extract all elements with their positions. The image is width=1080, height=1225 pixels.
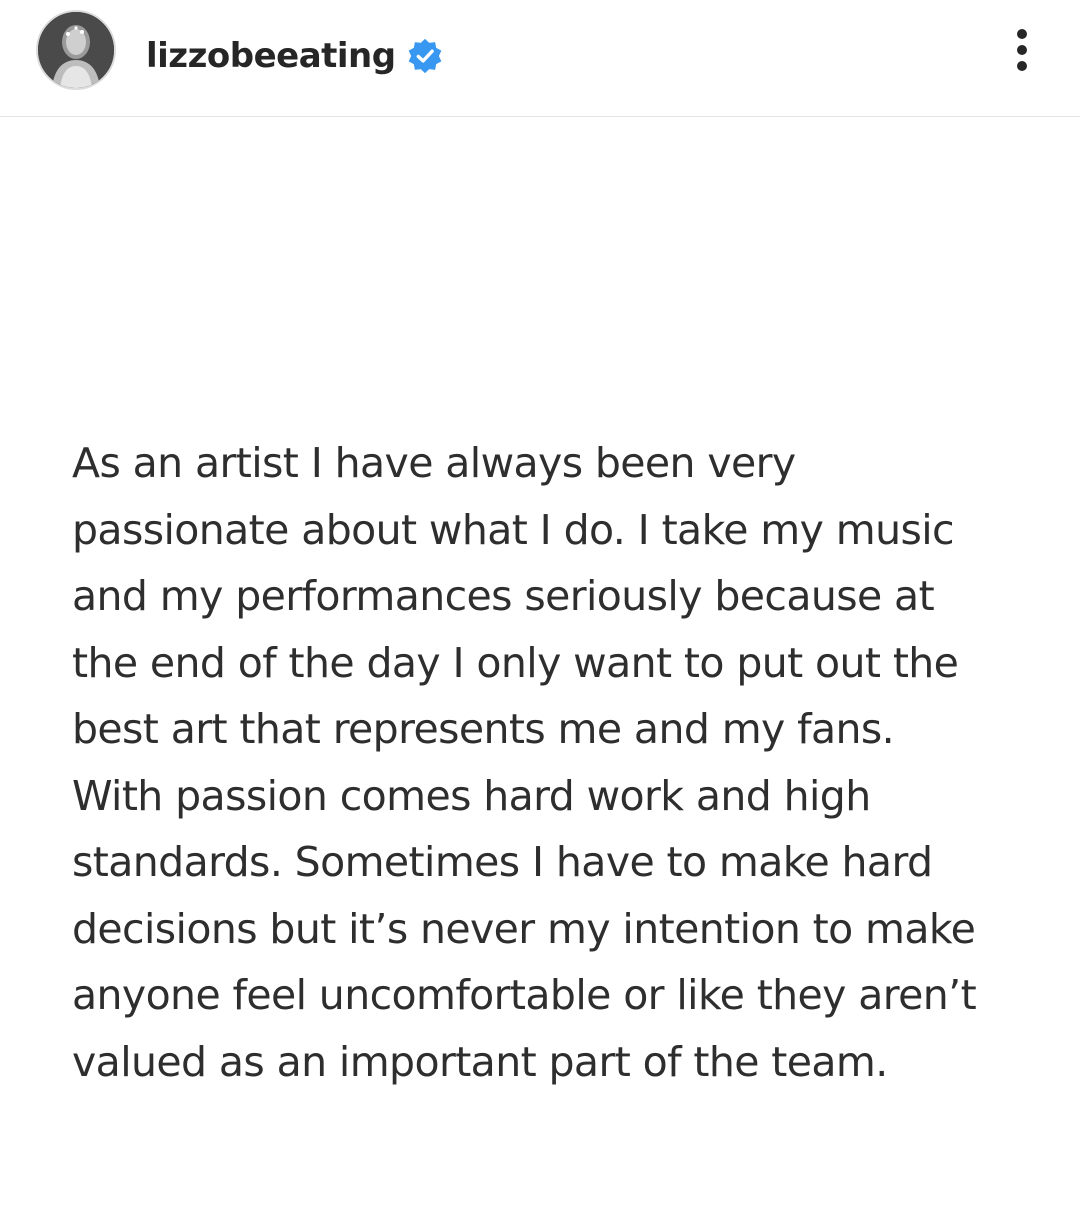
post-text-line: decisions but it’s never my intention to… (72, 904, 976, 953)
post-text-line: best art that represents me and my fans. (72, 705, 895, 753)
post-text-line: anyone feel uncomfortable or like they a… (72, 971, 977, 1019)
post-text-line: and my performances seriously because at (72, 572, 935, 620)
post-text-line: As an artist I have always been very (72, 439, 796, 487)
avatar[interactable] (36, 10, 116, 90)
post-header: lizzobeeating (0, 0, 1080, 117)
post-text-line: valued as an important part of the team. (72, 1037, 888, 1086)
username[interactable]: lizzobeeating (146, 33, 396, 79)
post-text-line: With passion comes hard work and high (72, 771, 871, 820)
more-vertical-icon (1017, 29, 1027, 71)
post-text: As an artist I have always been very pas… (72, 430, 1032, 1095)
post-text-line: the end of the day I only want to put ou… (72, 638, 959, 687)
username-row: lizzobeeating (146, 33, 444, 79)
avatar-photo (38, 12, 114, 88)
post-text-line: passionate about what I do. I take my mu… (72, 505, 955, 554)
verified-badge-icon (406, 37, 444, 75)
more-options-button[interactable] (1004, 26, 1040, 76)
post-text-line: standards. Sometimes I have to make hard (72, 838, 933, 886)
